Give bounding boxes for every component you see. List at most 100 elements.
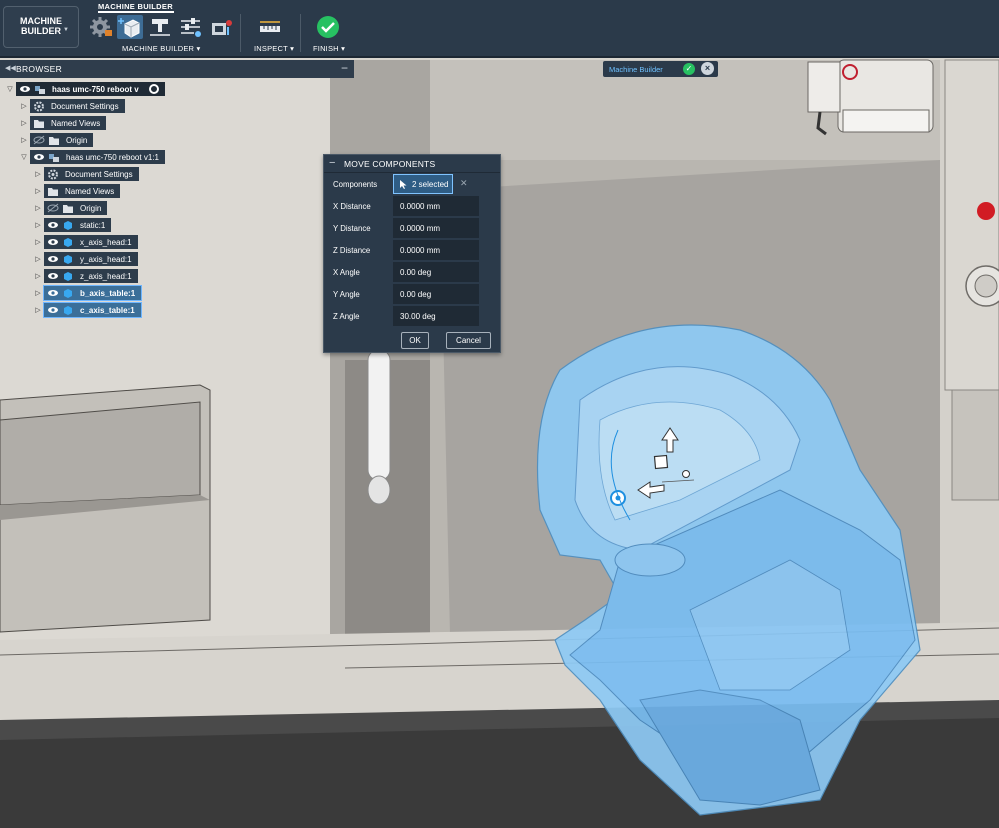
- component-icon: [49, 153, 59, 162]
- expand-toggle-icon[interactable]: ▷: [32, 252, 44, 266]
- expand-toggle-icon[interactable]: ▷: [32, 303, 44, 317]
- tree-node-selected[interactable]: b_axis_table:1: [42, 285, 143, 301]
- expand-toggle-icon[interactable]: ▷: [18, 99, 30, 113]
- tree-item-label: Named Views: [65, 186, 115, 196]
- browser-panel-header[interactable]: ◀◀ BROWSER −: [0, 60, 354, 78]
- tree-root[interactable]: ▽ haas umc-750 reboot v: [4, 82, 165, 96]
- collapse-icon[interactable]: −: [329, 157, 335, 169]
- x-angle-input[interactable]: 0.00 deg: [393, 262, 479, 282]
- tree-node[interactable]: y_axis_head:1: [44, 252, 138, 266]
- eye-icon[interactable]: [33, 152, 45, 162]
- tree-node[interactable]: Origin: [44, 201, 108, 215]
- tree-item[interactable]: ▷ Origin: [32, 201, 108, 215]
- body-icon: [64, 271, 72, 281]
- tree-node[interactable]: z_axis_head:1: [44, 269, 138, 283]
- eye-icon[interactable]: [47, 271, 59, 281]
- tree-item[interactable]: ▷ Origin: [18, 133, 94, 147]
- tree-item-label: y_axis_head:1: [80, 254, 132, 264]
- expand-toggle-icon[interactable]: ▷: [32, 286, 44, 300]
- x-angle-row: X Angle 0.00 deg: [324, 262, 500, 282]
- cancel-button[interactable]: Cancel: [446, 332, 491, 349]
- tree-item[interactable]: ▷ z_axis_head:1: [32, 269, 138, 283]
- inspect-menu[interactable]: INSPECT ▾: [254, 44, 294, 53]
- tree-item-label: b_axis_table:1: [80, 288, 136, 298]
- eye-icon[interactable]: [47, 237, 59, 247]
- z-distance-input[interactable]: 0.0000 mm: [393, 240, 479, 260]
- finish-menu[interactable]: FINISH ▾: [313, 44, 345, 53]
- dialog-header[interactable]: − MOVE COMPONENTS: [324, 155, 500, 172]
- toolbar-separator: [300, 14, 301, 52]
- eye-hidden-icon[interactable]: [33, 135, 45, 145]
- measure-ruler-icon[interactable]: [257, 15, 283, 39]
- z-angle-input[interactable]: 30.00 deg: [393, 306, 479, 326]
- expand-toggle-icon[interactable]: ▽: [18, 150, 30, 164]
- tree-item[interactable]: ▷ c_axis_table:1: [32, 302, 142, 318]
- ok-button[interactable]: OK: [401, 332, 429, 349]
- move-icon[interactable]: [117, 15, 143, 39]
- align-icon[interactable]: [148, 15, 174, 39]
- eye-icon[interactable]: [47, 288, 59, 298]
- tree-item[interactable]: ▷ x_axis_head:1: [32, 235, 138, 249]
- tree-item-label: Origin: [66, 135, 88, 145]
- eye-icon[interactable]: [19, 84, 31, 94]
- tree-item[interactable]: ▷ Document Settings: [18, 99, 125, 113]
- expand-toggle-icon[interactable]: ▷: [18, 133, 30, 147]
- tree-item[interactable]: ▽ haas umc-750 reboot v1:1: [18, 150, 165, 164]
- expand-toggle-icon[interactable]: ▷: [32, 235, 44, 249]
- tree-node[interactable]: static:1: [44, 218, 112, 232]
- workspace-switcher-button[interactable]: MACHINE BUILDER ▼: [3, 6, 79, 48]
- minimize-icon[interactable]: −: [341, 61, 348, 75]
- expand-toggle-icon[interactable]: ▷: [32, 269, 44, 283]
- expand-toggle-icon[interactable]: ▷: [32, 218, 44, 232]
- activate-radio-icon[interactable]: [148, 84, 159, 94]
- collapse-icon[interactable]: ◀◀: [5, 64, 16, 72]
- finish-check-icon[interactable]: ✓: [683, 63, 695, 75]
- browser-title: BROWSER: [16, 64, 63, 74]
- tree-item[interactable]: ▷ static:1: [32, 218, 112, 232]
- 3d-viewport[interactable]: [0, 0, 999, 828]
- body-icon: [64, 254, 72, 264]
- tree-node[interactable]: Document Settings: [30, 99, 125, 113]
- tree-node[interactable]: x_axis_head:1: [44, 235, 138, 249]
- tree-root-node[interactable]: haas umc-750 reboot v: [16, 82, 165, 96]
- x-distance-input[interactable]: 0.0000 mm: [393, 196, 479, 216]
- components-selection-field[interactable]: 2 selected: [393, 174, 453, 194]
- expand-toggle-icon[interactable]: ▷: [32, 167, 44, 181]
- tree-item[interactable]: ▷ b_axis_table:1: [32, 285, 143, 301]
- tree-item[interactable]: ▷ Named Views: [18, 116, 107, 130]
- settings-icon[interactable]: [88, 15, 114, 39]
- eye-icon[interactable]: [47, 305, 59, 315]
- tree-node[interactable]: Document Settings: [44, 167, 139, 181]
- finish-check-icon[interactable]: [315, 15, 341, 39]
- tree-node[interactable]: Named Views: [30, 116, 107, 130]
- expand-toggle-icon[interactable]: ▷: [18, 116, 30, 130]
- body-icon: [64, 288, 72, 298]
- close-icon[interactable]: ×: [701, 62, 714, 75]
- tree-item[interactable]: ▷ y_axis_head:1: [32, 252, 138, 266]
- workspace-badge: Machine Builder ✓ ×: [603, 61, 718, 77]
- machine-builder-menu[interactable]: MACHINE BUILDER ▾: [122, 44, 200, 53]
- tree-item-label: haas umc-750 reboot v1:1: [66, 152, 159, 162]
- tree-node[interactable]: Named Views: [44, 184, 121, 198]
- toolbar: MACHINE BUILDER ▼ MACHINE BUILDER MACHIN…: [0, 0, 999, 58]
- tree-node[interactable]: haas umc-750 reboot v1:1: [30, 150, 165, 164]
- tree-item[interactable]: ▷ Document Settings: [32, 167, 139, 181]
- y-distance-input[interactable]: 0.0000 mm: [393, 218, 479, 238]
- clear-selection-icon[interactable]: ✕: [460, 178, 468, 189]
- tree-root-label: haas umc-750 reboot v: [52, 84, 139, 94]
- machine-icon[interactable]: [208, 15, 234, 39]
- expand-toggle-icon[interactable]: ▽: [4, 82, 16, 96]
- tree-node[interactable]: Origin: [30, 133, 94, 147]
- tree-item-label: x_axis_head:1: [80, 237, 132, 247]
- tree-item-label: Named Views: [51, 118, 101, 128]
- eye-icon[interactable]: [47, 220, 59, 230]
- tree-item[interactable]: ▷ Named Views: [32, 184, 121, 198]
- tree-node-selected[interactable]: c_axis_table:1: [43, 302, 142, 318]
- y-angle-input[interactable]: 0.00 deg: [393, 284, 479, 304]
- eye-icon[interactable]: [47, 254, 59, 264]
- eye-hidden-icon[interactable]: [47, 203, 59, 213]
- joint-sliders-icon[interactable]: [178, 15, 204, 39]
- expand-toggle-icon[interactable]: ▷: [32, 201, 44, 215]
- expand-toggle-icon[interactable]: ▷: [32, 184, 44, 198]
- body-icon: [64, 237, 72, 247]
